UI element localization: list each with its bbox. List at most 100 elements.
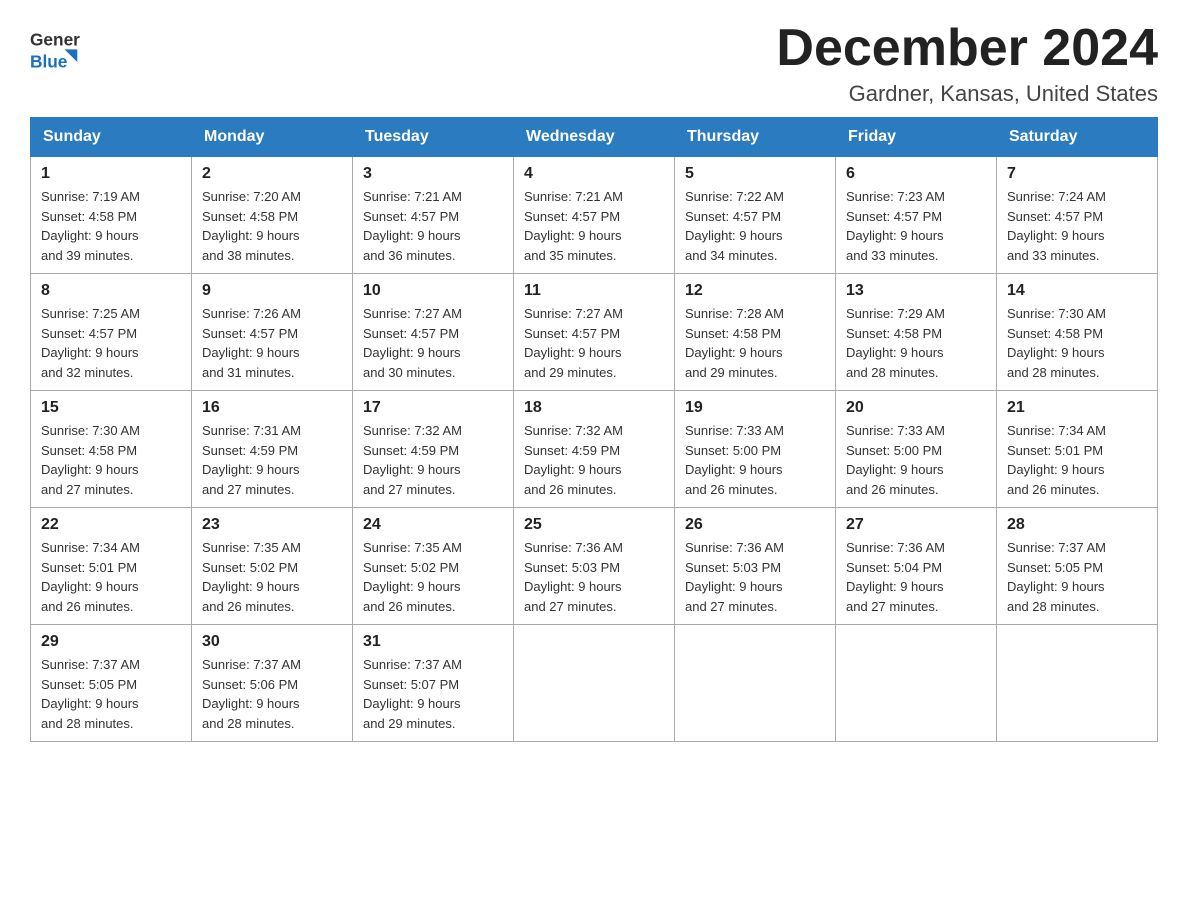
day-info: Sunrise: 7:30 AM Sunset: 4:58 PM Dayligh…	[41, 421, 181, 499]
day-info: Sunrise: 7:35 AM Sunset: 5:02 PM Dayligh…	[202, 538, 342, 616]
day-info: Sunrise: 7:37 AM Sunset: 5:07 PM Dayligh…	[363, 655, 503, 733]
day-info: Sunrise: 7:31 AM Sunset: 4:59 PM Dayligh…	[202, 421, 342, 499]
day-number: 29	[41, 633, 181, 651]
day-number: 17	[363, 399, 503, 417]
day-info: Sunrise: 7:34 AM Sunset: 5:01 PM Dayligh…	[41, 538, 181, 616]
day-number: 16	[202, 399, 342, 417]
calendar-cell: 14 Sunrise: 7:30 AM Sunset: 4:58 PM Dayl…	[997, 274, 1158, 391]
calendar-cell: 19 Sunrise: 7:33 AM Sunset: 5:00 PM Dayl…	[675, 391, 836, 508]
day-number: 28	[1007, 516, 1147, 534]
calendar-cell: 10 Sunrise: 7:27 AM Sunset: 4:57 PM Dayl…	[353, 274, 514, 391]
month-title: December 2024	[776, 20, 1158, 77]
day-info: Sunrise: 7:33 AM Sunset: 5:00 PM Dayligh…	[685, 421, 825, 499]
day-number: 7	[1007, 165, 1147, 183]
day-number: 10	[363, 282, 503, 300]
week-row-1: 1 Sunrise: 7:19 AM Sunset: 4:58 PM Dayli…	[31, 157, 1158, 274]
day-number: 2	[202, 165, 342, 183]
calendar-cell: 2 Sunrise: 7:20 AM Sunset: 4:58 PM Dayli…	[192, 157, 353, 274]
calendar-cell: 16 Sunrise: 7:31 AM Sunset: 4:59 PM Dayl…	[192, 391, 353, 508]
weekday-header-row: SundayMondayTuesdayWednesdayThursdayFrid…	[31, 118, 1158, 157]
day-number: 19	[685, 399, 825, 417]
day-info: Sunrise: 7:35 AM Sunset: 5:02 PM Dayligh…	[363, 538, 503, 616]
calendar-cell: 22 Sunrise: 7:34 AM Sunset: 5:01 PM Dayl…	[31, 508, 192, 625]
day-info: Sunrise: 7:27 AM Sunset: 4:57 PM Dayligh…	[363, 304, 503, 382]
day-number: 20	[846, 399, 986, 417]
week-row-4: 22 Sunrise: 7:34 AM Sunset: 5:01 PM Dayl…	[31, 508, 1158, 625]
calendar-cell: 23 Sunrise: 7:35 AM Sunset: 5:02 PM Dayl…	[192, 508, 353, 625]
day-info: Sunrise: 7:19 AM Sunset: 4:58 PM Dayligh…	[41, 187, 181, 265]
calendar-cell: 8 Sunrise: 7:25 AM Sunset: 4:57 PM Dayli…	[31, 274, 192, 391]
day-number: 23	[202, 516, 342, 534]
day-number: 30	[202, 633, 342, 651]
day-number: 31	[363, 633, 503, 651]
weekday-header-wednesday: Wednesday	[514, 118, 675, 157]
calendar-cell: 1 Sunrise: 7:19 AM Sunset: 4:58 PM Dayli…	[31, 157, 192, 274]
day-number: 5	[685, 165, 825, 183]
calendar-cell: 24 Sunrise: 7:35 AM Sunset: 5:02 PM Dayl…	[353, 508, 514, 625]
day-number: 21	[1007, 399, 1147, 417]
day-info: Sunrise: 7:37 AM Sunset: 5:05 PM Dayligh…	[41, 655, 181, 733]
day-info: Sunrise: 7:20 AM Sunset: 4:58 PM Dayligh…	[202, 187, 342, 265]
weekday-header-saturday: Saturday	[997, 118, 1158, 157]
calendar-table: SundayMondayTuesdayWednesdayThursdayFrid…	[30, 117, 1158, 742]
day-number: 14	[1007, 282, 1147, 300]
page-header: General Blue December 2024 Gardner, Kans…	[30, 20, 1158, 107]
day-info: Sunrise: 7:30 AM Sunset: 4:58 PM Dayligh…	[1007, 304, 1147, 382]
calendar-cell: 20 Sunrise: 7:33 AM Sunset: 5:00 PM Dayl…	[836, 391, 997, 508]
calendar-cell: 7 Sunrise: 7:24 AM Sunset: 4:57 PM Dayli…	[997, 157, 1158, 274]
day-number: 15	[41, 399, 181, 417]
day-info: Sunrise: 7:33 AM Sunset: 5:00 PM Dayligh…	[846, 421, 986, 499]
day-number: 18	[524, 399, 664, 417]
day-info: Sunrise: 7:36 AM Sunset: 5:04 PM Dayligh…	[846, 538, 986, 616]
calendar-cell: 9 Sunrise: 7:26 AM Sunset: 4:57 PM Dayli…	[192, 274, 353, 391]
calendar-cell: 29 Sunrise: 7:37 AM Sunset: 5:05 PM Dayl…	[31, 625, 192, 742]
day-number: 1	[41, 165, 181, 183]
day-info: Sunrise: 7:37 AM Sunset: 5:06 PM Dayligh…	[202, 655, 342, 733]
weekday-header-tuesday: Tuesday	[353, 118, 514, 157]
day-number: 12	[685, 282, 825, 300]
day-number: 24	[363, 516, 503, 534]
calendar-cell: 21 Sunrise: 7:34 AM Sunset: 5:01 PM Dayl…	[997, 391, 1158, 508]
day-info: Sunrise: 7:36 AM Sunset: 5:03 PM Dayligh…	[524, 538, 664, 616]
weekday-header-monday: Monday	[192, 118, 353, 157]
svg-text:Blue: Blue	[30, 52, 68, 72]
weekday-header-friday: Friday	[836, 118, 997, 157]
week-row-3: 15 Sunrise: 7:30 AM Sunset: 4:58 PM Dayl…	[31, 391, 1158, 508]
day-info: Sunrise: 7:32 AM Sunset: 4:59 PM Dayligh…	[524, 421, 664, 499]
calendar-cell	[675, 625, 836, 742]
day-number: 22	[41, 516, 181, 534]
calendar-cell: 25 Sunrise: 7:36 AM Sunset: 5:03 PM Dayl…	[514, 508, 675, 625]
day-info: Sunrise: 7:22 AM Sunset: 4:57 PM Dayligh…	[685, 187, 825, 265]
day-info: Sunrise: 7:36 AM Sunset: 5:03 PM Dayligh…	[685, 538, 825, 616]
day-number: 25	[524, 516, 664, 534]
calendar-cell: 26 Sunrise: 7:36 AM Sunset: 5:03 PM Dayl…	[675, 508, 836, 625]
calendar-cell: 3 Sunrise: 7:21 AM Sunset: 4:57 PM Dayli…	[353, 157, 514, 274]
day-info: Sunrise: 7:37 AM Sunset: 5:05 PM Dayligh…	[1007, 538, 1147, 616]
day-number: 27	[846, 516, 986, 534]
day-number: 11	[524, 282, 664, 300]
day-number: 26	[685, 516, 825, 534]
week-row-5: 29 Sunrise: 7:37 AM Sunset: 5:05 PM Dayl…	[31, 625, 1158, 742]
calendar-cell: 4 Sunrise: 7:21 AM Sunset: 4:57 PM Dayli…	[514, 157, 675, 274]
week-row-2: 8 Sunrise: 7:25 AM Sunset: 4:57 PM Dayli…	[31, 274, 1158, 391]
day-info: Sunrise: 7:27 AM Sunset: 4:57 PM Dayligh…	[524, 304, 664, 382]
day-info: Sunrise: 7:32 AM Sunset: 4:59 PM Dayligh…	[363, 421, 503, 499]
calendar-cell	[514, 625, 675, 742]
day-number: 3	[363, 165, 503, 183]
day-info: Sunrise: 7:34 AM Sunset: 5:01 PM Dayligh…	[1007, 421, 1147, 499]
calendar-cell	[836, 625, 997, 742]
calendar-cell: 12 Sunrise: 7:28 AM Sunset: 4:58 PM Dayl…	[675, 274, 836, 391]
day-info: Sunrise: 7:25 AM Sunset: 4:57 PM Dayligh…	[41, 304, 181, 382]
day-number: 6	[846, 165, 986, 183]
calendar-cell	[997, 625, 1158, 742]
calendar-cell: 28 Sunrise: 7:37 AM Sunset: 5:05 PM Dayl…	[997, 508, 1158, 625]
calendar-cell: 31 Sunrise: 7:37 AM Sunset: 5:07 PM Dayl…	[353, 625, 514, 742]
calendar-cell: 27 Sunrise: 7:36 AM Sunset: 5:04 PM Dayl…	[836, 508, 997, 625]
calendar-cell: 30 Sunrise: 7:37 AM Sunset: 5:06 PM Dayl…	[192, 625, 353, 742]
day-info: Sunrise: 7:24 AM Sunset: 4:57 PM Dayligh…	[1007, 187, 1147, 265]
weekday-header-sunday: Sunday	[31, 118, 192, 157]
calendar-cell: 13 Sunrise: 7:29 AM Sunset: 4:58 PM Dayl…	[836, 274, 997, 391]
calendar-cell: 5 Sunrise: 7:22 AM Sunset: 4:57 PM Dayli…	[675, 157, 836, 274]
day-info: Sunrise: 7:28 AM Sunset: 4:58 PM Dayligh…	[685, 304, 825, 382]
day-info: Sunrise: 7:21 AM Sunset: 4:57 PM Dayligh…	[363, 187, 503, 265]
